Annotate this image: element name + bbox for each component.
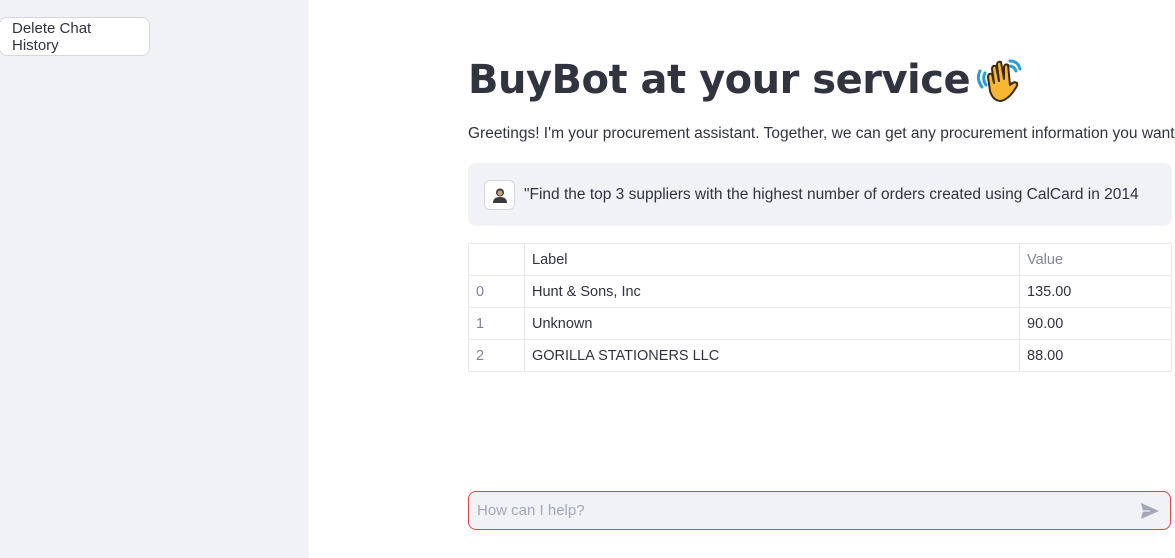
delete-chat-history-button[interactable]: Delete Chat History (0, 17, 150, 56)
row-label: GORILLA STATIONERS LLC (524, 339, 1020, 372)
table-row: 2 GORILLA STATIONERS LLC 88.00 (468, 339, 1172, 372)
table-header-row: Label Value (468, 243, 1172, 276)
table-row: 1 Unknown 90.00 (468, 307, 1172, 340)
send-icon[interactable] (1140, 502, 1160, 520)
row-label: Unknown (524, 307, 1020, 340)
page-title: BuyBot at your service (468, 57, 971, 103)
column-header-index (468, 243, 525, 276)
row-value: 135.00 (1019, 275, 1172, 308)
table-row: 0 Hunt & Sons, Inc 135.00 (468, 275, 1172, 308)
title-row: BuyBot at your service (468, 52, 1024, 108)
app-window: Delete Chat History BuyBot at your servi… (0, 0, 1175, 558)
column-header-label: Label (524, 243, 1020, 276)
row-index: 1 (468, 307, 525, 340)
column-header-value: Value (1019, 243, 1172, 276)
main-content: BuyBot at your service Greetings! I'm yo… (309, 0, 1175, 558)
chat-message-text: "Find the top 3 suppliers with the highe… (524, 186, 1139, 203)
row-value: 90.00 (1019, 307, 1172, 340)
sidebar: Delete Chat History (0, 0, 309, 558)
row-index: 0 (468, 275, 525, 308)
row-index: 2 (468, 339, 525, 372)
result-table: Label Value 0 Hunt & Sons, Inc 135.00 1 … (468, 243, 1172, 372)
row-value: 88.00 (1019, 339, 1172, 372)
chat-input-container (468, 491, 1171, 530)
chat-input[interactable] (477, 492, 1127, 529)
waving-hand-icon (974, 55, 1024, 105)
row-label: Hunt & Sons, Inc (524, 275, 1020, 308)
user-avatar-icon (484, 180, 515, 210)
chat-message-user: "Find the top 3 suppliers with the highe… (468, 163, 1172, 226)
greeting-text: Greetings! I'm your procurement assistan… (468, 125, 1175, 142)
